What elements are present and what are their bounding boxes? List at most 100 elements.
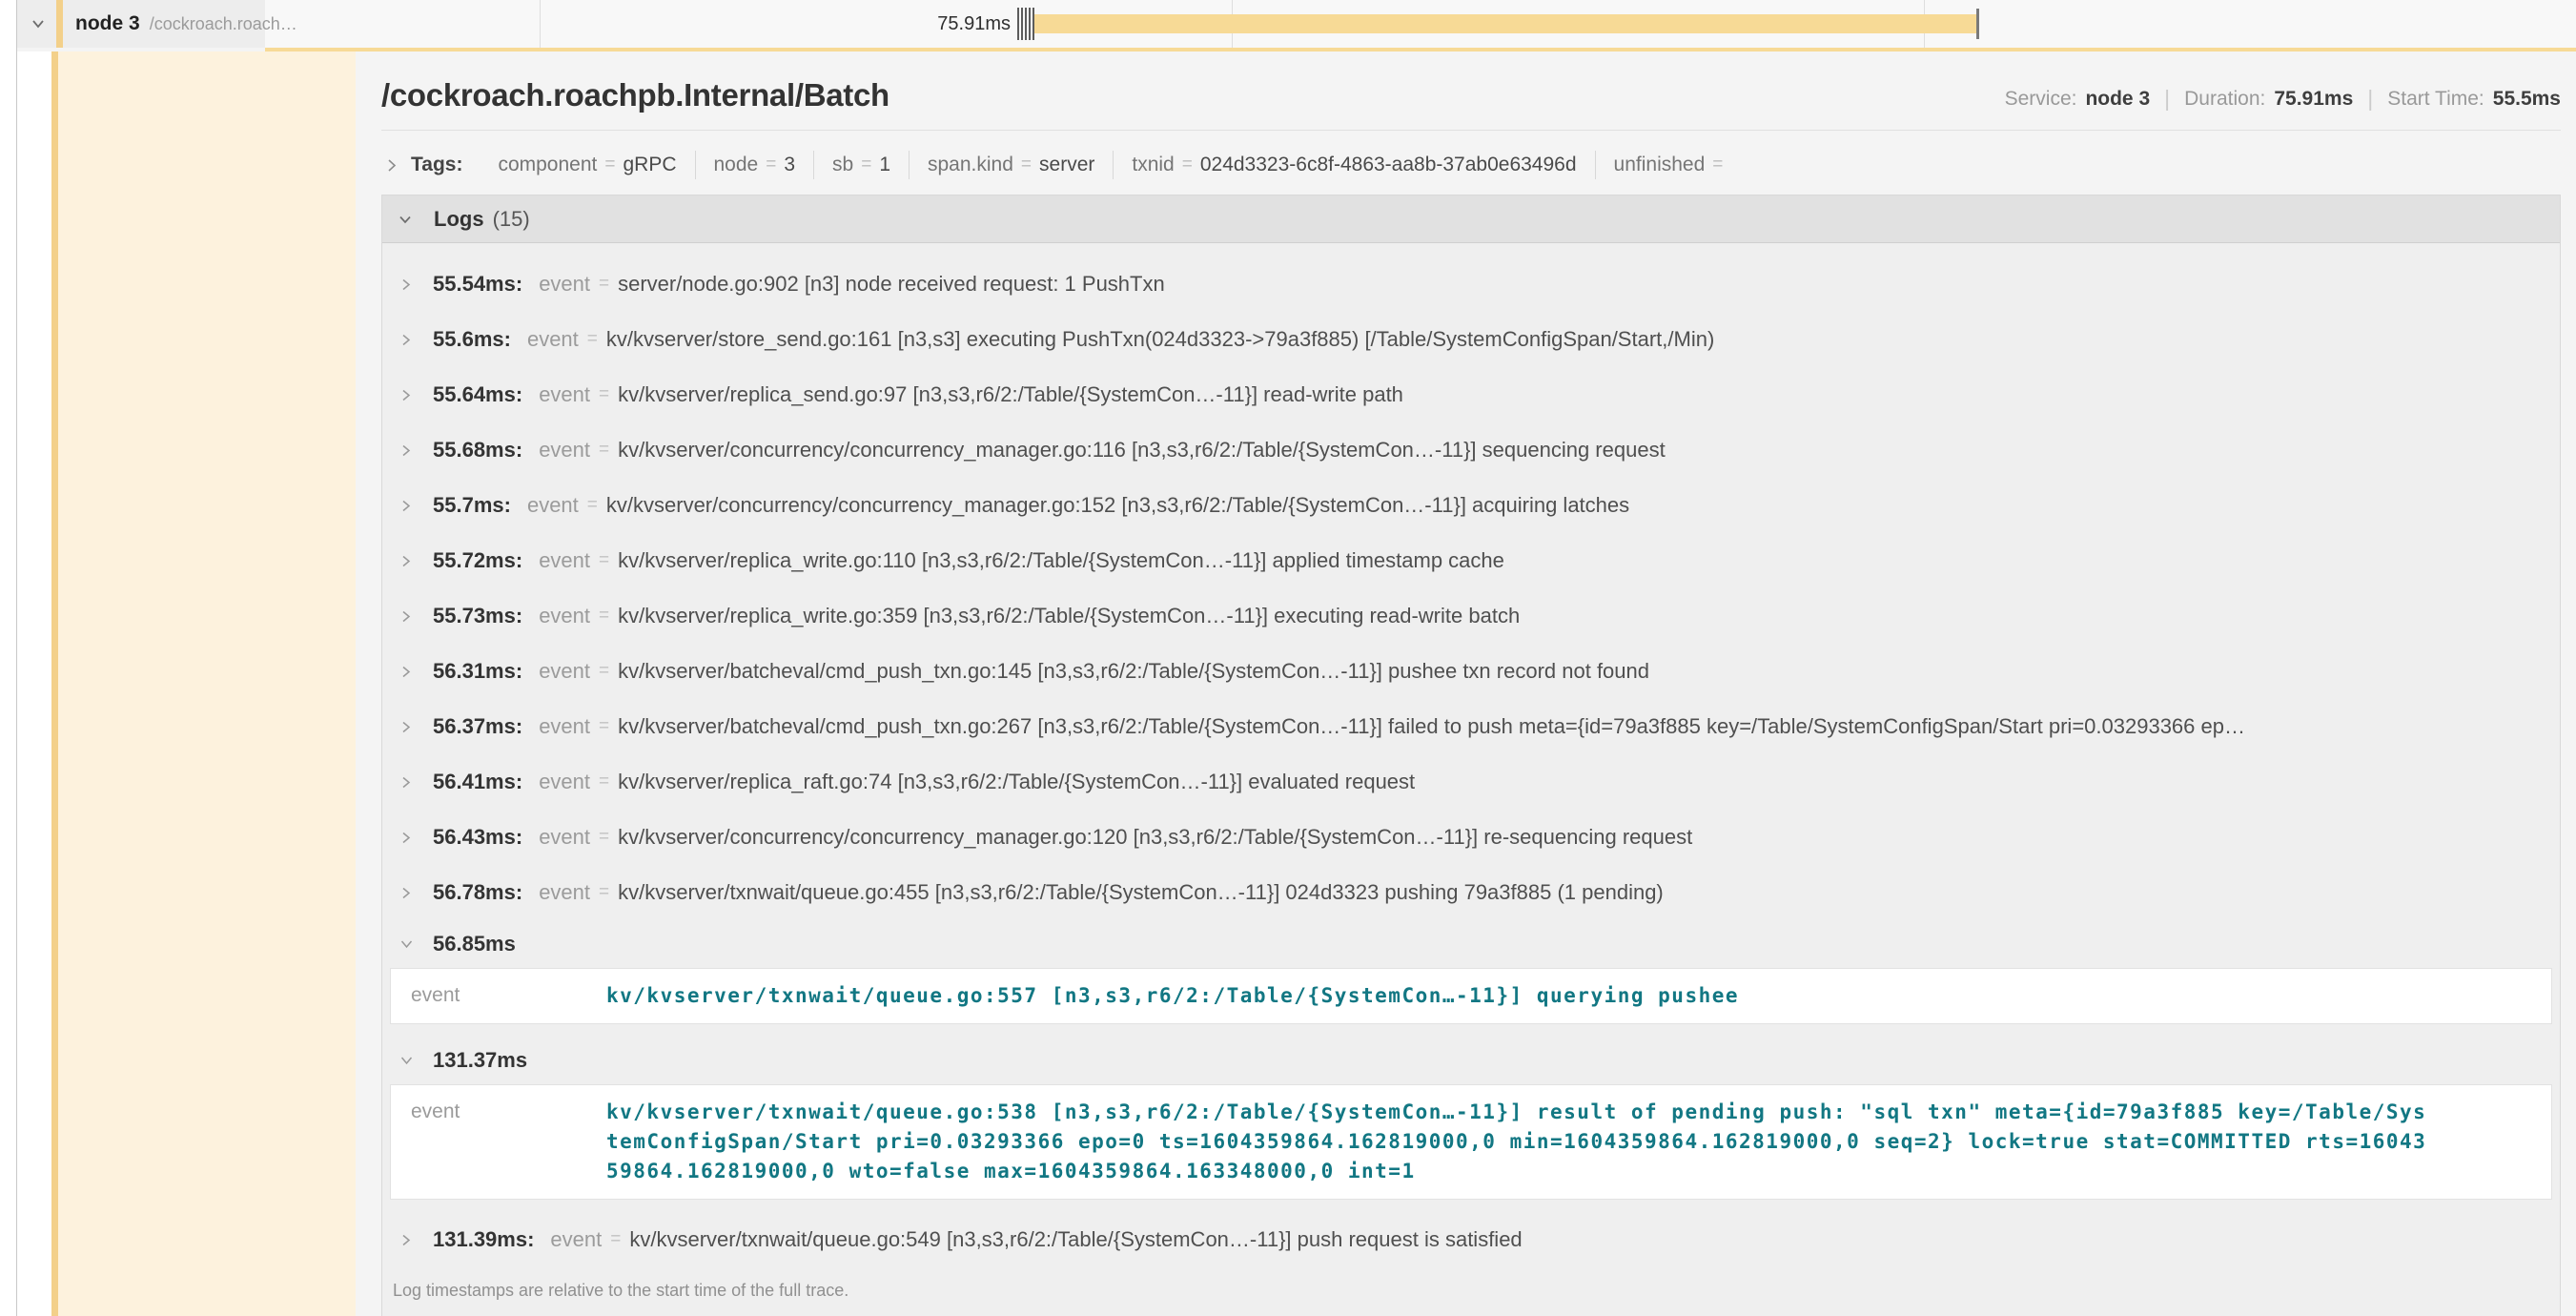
service-label: Service: [2005,88,2077,111]
span-service-name: node 3 [75,12,140,35]
tag-item: component = gRPC [480,151,695,179]
tags-row[interactable]: Tags: component = gRPC node = 3 sb = 1 s… [381,145,2561,185]
log-value-line: 59864.162819000,0 wto=false max=16043598… [606,1157,2426,1186]
log-field-label: event [539,272,590,297]
chevron-down-icon [398,212,413,227]
log-detail-card: event kv/kvserver/txnwait/queue.go:538 [… [390,1084,2552,1200]
log-row[interactable]: 55.68ms: event = kv/kvserver/concurrency… [382,422,2560,478]
log-timestamp: 55.7ms: [433,493,511,518]
log-tick [1017,8,1019,40]
log-field-label: event [539,604,590,628]
equals-sign: = [599,882,609,903]
tag-key: span.kind [928,154,1013,176]
log-tick [1029,8,1031,40]
log-message: kv/kvserver/concurrency/concurrency_mana… [618,438,1666,463]
log-field-label: event [391,981,606,1011]
meta-separator: | [2367,86,2373,112]
tag-item: unfinished = [1596,151,1749,179]
span-detail-panel: /cockroach.roachpb.Internal/Batch Servic… [356,51,2576,1316]
log-row[interactable]: 131.39ms: event = kv/kvserver/txnwait/qu… [382,1212,2560,1267]
timeline-header-row: node 3 /cockroach.roach… 75.91ms [17,0,2576,48]
log-timestamp: 56.37ms: [433,714,522,739]
log-row[interactable]: 56.41ms: event = kv/kvserver/replica_raf… [382,754,2560,810]
equals-sign: = [861,154,871,175]
log-timestamp: 56.43ms: [433,825,522,850]
log-field-label: event [527,493,579,518]
span-name-cell[interactable]: node 3 /cockroach.roach… [17,0,265,48]
log-timestamp: 55.73ms: [433,604,522,628]
log-timestamp: 56.41ms: [433,770,522,794]
log-message: kv/kvserver/replica_send.go:97 [n3,s3,r6… [618,382,1403,407]
log-field-label: event [550,1227,602,1252]
trace-timeline-view: node 3 /cockroach.roach… 75.91ms /cockro… [0,0,2576,1316]
chevron-right-icon [399,831,415,845]
log-message: kv/kvserver/txnwait/queue.go:549 [n3,s3,… [629,1227,1522,1252]
log-row[interactable]: 55.72ms: event = kv/kvserver/replica_wri… [382,533,2560,588]
left-gutter [0,0,17,1316]
log-row[interactable]: 55.73ms: event = kv/kvserver/replica_wri… [382,588,2560,644]
log-row-expanded-header[interactable]: 131.37ms [382,1037,2560,1084]
start-time-value: 55.5ms [2493,88,2561,111]
log-timestamp: 56.78ms: [433,880,522,905]
log-row[interactable]: 55.7ms: event = kv/kvserver/concurrency/… [382,478,2560,533]
tag-key: sb [832,154,853,176]
chevron-right-icon [384,158,399,173]
logs-accordion: Logs (15) 55.54ms: event = server/node.g… [381,195,2561,1316]
log-row-expanded-header[interactable]: 56.85ms [382,920,2560,968]
log-timestamp: 131.39ms: [433,1227,534,1252]
span-color-stripe [56,0,63,48]
log-row[interactable]: 56.78ms: event = kv/kvserver/txnwait/que… [382,865,2560,920]
meta-separator: | [2164,86,2170,112]
log-row[interactable]: 55.54ms: event = server/node.go:902 [n3]… [382,257,2560,312]
chevron-right-icon [399,665,415,679]
span-duration-bar[interactable] [1034,14,1978,33]
log-message: kv/kvserver/replica_write.go:110 [n3,s3,… [618,548,1504,573]
equals-sign: = [1182,154,1193,175]
start-time-label: Start Time: [2387,88,2484,111]
tag-item: txnid = 024d3323-6c8f-4863-aa8b-37ab0e63… [1114,151,1595,179]
log-field-label: event [391,1098,606,1186]
tag-value: 1 [879,154,890,176]
tag-item: span.kind = server [910,151,1114,179]
log-message: kv/kvserver/replica_write.go:359 [n3,s3,… [618,604,1520,628]
tag-item: sb = 1 [814,151,910,179]
log-row[interactable]: 56.37ms: event = kv/kvserver/batcheval/c… [382,699,2560,754]
equals-sign: = [599,771,609,792]
log-field-label: event [539,659,590,684]
span-color-stripe [51,51,58,1316]
logs-title: Logs [434,207,484,232]
tag-key: node [714,154,759,176]
log-message: server/node.go:902 [n3] node received re… [618,272,1165,297]
span-meta: Service: node 3 | Duration: 75.91ms | St… [2005,86,2561,112]
logs-header[interactable]: Logs (15) [382,195,2560,243]
chevron-right-icon [399,1233,415,1247]
tag-key: txnid [1132,154,1174,176]
log-row[interactable]: 56.31ms: event = kv/kvserver/batcheval/c… [382,644,2560,699]
log-message: kv/kvserver/txnwait/queue.go:455 [n3,s3,… [618,880,1664,905]
equals-sign: = [1712,154,1723,175]
log-field-label: event [539,714,590,739]
equals-sign: = [610,1229,621,1250]
log-rows: 55.54ms: event = server/node.go:902 [n3]… [382,243,2560,1316]
tags-label: Tags: [411,154,462,176]
tag-key: component [498,154,597,176]
equals-sign: = [599,274,609,295]
log-detail-card: event kv/kvserver/txnwait/queue.go:557 [… [390,968,2552,1024]
equals-sign: = [599,550,609,571]
log-row[interactable]: 56.43ms: event = kv/kvserver/concurrency… [382,810,2560,865]
selected-span-row-highlight [58,51,356,1316]
equals-sign: = [599,606,609,627]
duration-label: Duration: [2184,88,2265,111]
equals-sign: = [1021,154,1032,175]
span-detail-header: /cockroach.roachpb.Internal/Batch Servic… [381,51,2561,114]
chevron-right-icon [399,609,415,624]
log-row[interactable]: 55.64ms: event = kv/kvserver/replica_sen… [382,367,2560,422]
log-message: kv/kvserver/batcheval/cmd_push_txn.go:26… [618,714,2245,739]
timeline-gridline [540,0,541,48]
log-row[interactable]: 55.6ms: event = kv/kvserver/store_send.g… [382,312,2560,367]
chevron-right-icon [399,278,415,292]
chevron-right-icon [399,443,415,458]
duration-value: 75.91ms [2274,88,2353,111]
equals-sign: = [599,384,609,405]
chevron-down-icon [30,15,47,32]
